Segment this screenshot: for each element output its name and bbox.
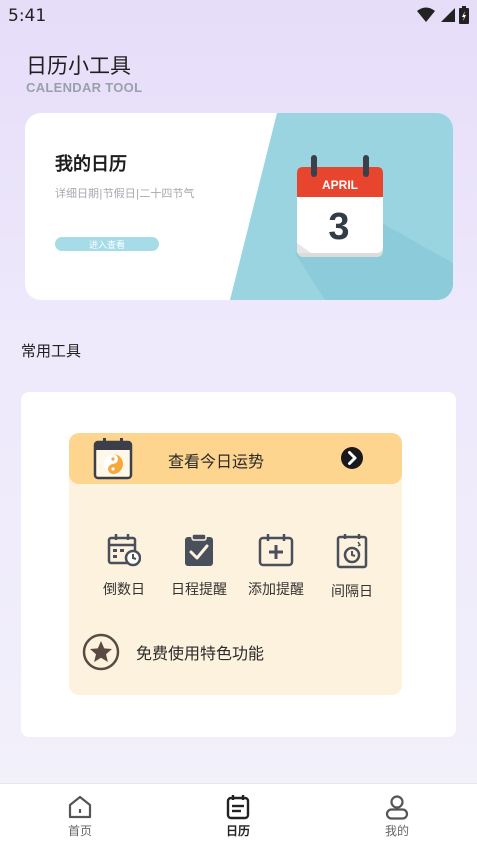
calendar-clock-icon xyxy=(107,534,141,567)
tool-label: 日程提醒 xyxy=(171,582,227,598)
calendar-icon: APRIL 3 xyxy=(297,155,383,257)
fortune-bar[interactable]: 查看今日运势 xyxy=(69,433,402,484)
my-calendar-banner[interactable]: 我的日历 详细日期|节假日|二十四节气 进入查看 APRIL 3 xyxy=(25,113,453,300)
nav-label: 首页 xyxy=(67,824,92,838)
banner-title: 我的日历 xyxy=(55,154,127,175)
tool-label: 倒数日 xyxy=(103,582,145,598)
premium-features[interactable]: 免费使用特色功能 xyxy=(82,633,264,671)
status-time: 5:41 xyxy=(8,6,47,26)
status-bar: 5:41 xyxy=(0,0,477,32)
tool-add-reminder[interactable]: 添加提醒 xyxy=(236,533,316,599)
nav-label: 日历 xyxy=(225,824,250,838)
status-icons xyxy=(417,6,469,24)
cellular-signal-icon xyxy=(441,8,455,22)
tool-schedule-reminder[interactable]: 日程提醒 xyxy=(159,533,239,599)
wifi-icon xyxy=(417,7,435,22)
calendar-plus-icon xyxy=(258,534,294,567)
enter-view-button[interactable]: 进入查看 xyxy=(55,237,159,251)
fortune-label: 查看今日运势 xyxy=(168,452,265,471)
clipboard-check-icon xyxy=(185,533,213,566)
premium-label: 免费使用特色功能 xyxy=(136,644,265,663)
section-title: 常用工具 xyxy=(21,342,82,360)
app-title: 日历小工具 xyxy=(26,54,131,78)
tool-interval-days[interactable]: 间隔日 xyxy=(312,533,392,601)
app-subtitle: CALENDAR TOOL xyxy=(26,80,143,95)
user-icon xyxy=(385,795,409,820)
nav-item-profile[interactable]: 我的 xyxy=(367,794,427,839)
star-badge-icon xyxy=(82,633,120,671)
nav-label: 我的 xyxy=(384,824,409,838)
banner-description: 详细日期|节假日|二十四节气 xyxy=(55,187,195,200)
calendar-taichi-icon xyxy=(93,438,133,480)
nav-item-calendar[interactable]: 日历 xyxy=(208,794,268,839)
nav-item-home[interactable]: 首页 xyxy=(50,794,110,839)
bottom-nav: 首页 日历 我的 xyxy=(0,783,477,848)
calendar-timer-icon xyxy=(336,534,368,569)
tool-label: 添加提醒 xyxy=(248,582,304,598)
tool-label: 间隔日 xyxy=(331,584,373,600)
battery-charging-icon xyxy=(459,6,469,24)
home-icon xyxy=(68,795,92,819)
fortune-box: 查看今日运势 倒数日 日程提醒 添加提醒 间隔日 免费使用特色功能 xyxy=(69,433,402,695)
calendar-day-text: 3 xyxy=(328,206,349,248)
calendar-icon xyxy=(226,795,250,820)
tool-countdown[interactable]: 倒数日 xyxy=(84,533,164,599)
calendar-month-text: APRIL xyxy=(322,178,358,192)
arrow-right-circle-icon xyxy=(341,447,363,469)
